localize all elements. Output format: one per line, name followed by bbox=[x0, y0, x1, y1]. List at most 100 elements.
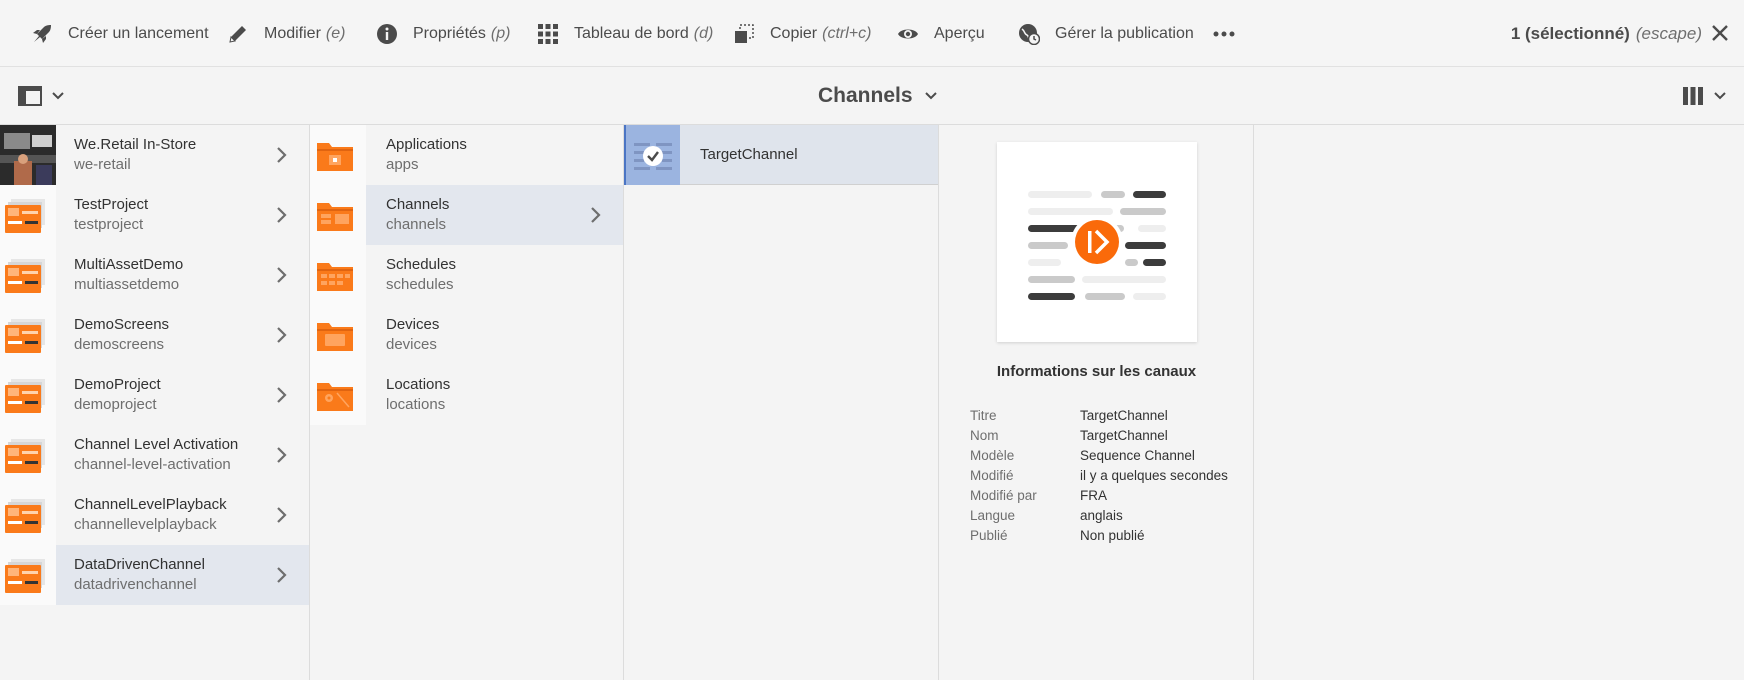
pencil-icon bbox=[226, 22, 250, 46]
project-icon bbox=[5, 259, 45, 293]
item-labels: DemoScreens demoscreens bbox=[74, 315, 169, 355]
property-value: TargetChannel bbox=[1080, 427, 1168, 443]
property-key: Titre bbox=[970, 407, 997, 423]
list-item-targetchannel[interactable]: TargetChannel bbox=[624, 124, 938, 185]
list-item-channellevelplayback[interactable]: ChannelLevelPlayback channellevelplaybac… bbox=[0, 485, 309, 545]
thumbnail bbox=[0, 365, 56, 425]
project-icon bbox=[5, 559, 45, 593]
thumbnail bbox=[0, 545, 56, 605]
property-key: Nom bbox=[970, 427, 999, 443]
item-title: Locations bbox=[386, 376, 451, 393]
property-row: Titre TargetChannel bbox=[970, 405, 1228, 425]
thumbnail bbox=[0, 245, 56, 305]
column-folders: Applications apps Channels channels Sche… bbox=[310, 125, 624, 680]
selection-escape-hint: (escape) bbox=[1635, 23, 1702, 43]
property-key: Publié bbox=[970, 527, 1008, 543]
globe-clock-icon bbox=[1017, 22, 1041, 46]
properties-label: Propriétés bbox=[413, 24, 486, 42]
preview-button[interactable]: Aperçu bbox=[896, 0, 985, 67]
item-labels: Locations locations bbox=[386, 375, 450, 415]
create-launch-button[interactable]: Créer un lancement bbox=[30, 0, 209, 67]
page-title[interactable]: Channels bbox=[818, 67, 937, 125]
item-title: MultiAssetDemo bbox=[74, 256, 184, 273]
item-labels: Channels channels bbox=[386, 195, 449, 235]
chevron-right-icon bbox=[277, 267, 287, 283]
item-name: channels bbox=[386, 216, 447, 233]
property-row: Langue anglais bbox=[970, 505, 1228, 525]
ellipsis-icon bbox=[1212, 22, 1236, 46]
property-value: FRA bbox=[1080, 487, 1107, 503]
list-item-channel-level-activation[interactable]: Channel Level Activation channel-level-a… bbox=[0, 425, 309, 485]
thumbnail bbox=[310, 305, 366, 365]
channel-icon bbox=[634, 142, 672, 170]
property-key: Modifié par bbox=[970, 487, 1037, 503]
list-item-applications[interactable]: Applications apps bbox=[310, 125, 623, 185]
close-selection-button[interactable] bbox=[1708, 21, 1732, 45]
properties-shortcut: (p) bbox=[490, 24, 511, 42]
list-item-channels[interactable]: Channels channels bbox=[310, 185, 623, 245]
thumbnail bbox=[0, 185, 56, 245]
eye-icon bbox=[896, 22, 920, 46]
thumbnail bbox=[624, 124, 680, 185]
project-icon bbox=[5, 199, 45, 233]
copy-button[interactable]: Copier (ctrl+c) bbox=[732, 0, 871, 67]
column-view-icon bbox=[1683, 87, 1703, 105]
thumbnail bbox=[0, 305, 56, 365]
more-actions-button[interactable] bbox=[1212, 0, 1250, 67]
copy-shortcut: (ctrl+c) bbox=[822, 24, 872, 42]
chevron-down-icon bbox=[52, 92, 64, 100]
item-labels: TargetChannel bbox=[700, 145, 798, 165]
we-retail-image bbox=[0, 125, 56, 185]
list-item-we-retail[interactable]: We.Retail In-Store we-retail bbox=[0, 125, 309, 185]
grid-icon bbox=[536, 22, 560, 46]
thumbnail bbox=[0, 425, 56, 485]
item-title: ChannelLevelPlayback bbox=[74, 496, 227, 513]
close-icon bbox=[1712, 25, 1728, 41]
list-item-testproject[interactable]: TestProject testproject bbox=[0, 185, 309, 245]
folder-icon bbox=[317, 143, 353, 171]
property-value: anglais bbox=[1080, 507, 1123, 523]
preview-label: Aperçu bbox=[934, 24, 985, 42]
item-name: apps bbox=[386, 156, 419, 173]
property-row: Modèle Sequence Channel bbox=[970, 445, 1228, 465]
rail-toggle-button[interactable] bbox=[18, 84, 72, 108]
rocket-icon bbox=[30, 22, 54, 46]
manage-publication-button[interactable]: Gérer la publication bbox=[1017, 0, 1194, 67]
item-title: Channel Level Activation bbox=[74, 436, 239, 453]
chevron-right-icon bbox=[277, 447, 287, 463]
column-empty bbox=[1254, 125, 1744, 680]
list-item-demoproject[interactable]: DemoProject demoproject bbox=[0, 365, 309, 425]
chevron-right-icon bbox=[277, 327, 287, 343]
item-title: TestProject bbox=[74, 196, 149, 213]
selection-count-label: 1 (sélectionné) bbox=[1510, 23, 1630, 43]
list-item-locations[interactable]: Locations locations bbox=[310, 365, 623, 425]
list-item-demoscreens[interactable]: DemoScreens demoscreens bbox=[0, 305, 309, 365]
chevron-down-icon bbox=[924, 92, 937, 100]
item-labels: DataDrivenChannel datadrivenchannel bbox=[74, 555, 205, 595]
item-name: devices bbox=[386, 336, 437, 353]
folder-icon bbox=[317, 323, 353, 351]
list-item-schedules[interactable]: Schedules schedules bbox=[310, 245, 623, 305]
item-labels: Applications apps bbox=[386, 135, 467, 175]
manage-publication-label: Gérer la publication bbox=[1055, 24, 1194, 42]
edit-button[interactable]: Modifier (e) bbox=[226, 0, 345, 67]
thumbnail bbox=[310, 125, 366, 185]
dashboard-button[interactable]: Tableau de bord (d) bbox=[536, 0, 713, 67]
details-heading: Informations sur les canaux bbox=[996, 363, 1197, 380]
dashboard-shortcut: (d) bbox=[693, 24, 714, 42]
item-name: schedules bbox=[386, 276, 454, 293]
item-labels: TestProject testproject bbox=[74, 195, 148, 235]
properties-button[interactable]: Propriétés (p) bbox=[375, 0, 510, 67]
selection-count: 1 (sélectionné) (escape) bbox=[1511, 0, 1702, 67]
list-item-multiassetdemo[interactable]: MultiAssetDemo multiassetdemo bbox=[0, 245, 309, 305]
details-panel: Informations sur les canaux Titre TargetC… bbox=[939, 125, 1254, 680]
item-labels: We.Retail In-Store we-retail bbox=[74, 135, 196, 175]
thumbnail bbox=[0, 485, 56, 545]
item-labels: Channel Level Activation channel-level-a… bbox=[74, 435, 238, 475]
item-name: multiassetdemo bbox=[74, 276, 180, 293]
item-labels: ChannelLevelPlayback channellevelplaybac… bbox=[74, 495, 227, 535]
item-name: locations bbox=[386, 396, 446, 413]
list-item-datadrivenchannel[interactable]: DataDrivenChannel datadrivenchannel bbox=[0, 545, 309, 605]
list-item-devices[interactable]: Devices devices bbox=[310, 305, 623, 365]
view-switcher-button[interactable] bbox=[1682, 84, 1732, 108]
